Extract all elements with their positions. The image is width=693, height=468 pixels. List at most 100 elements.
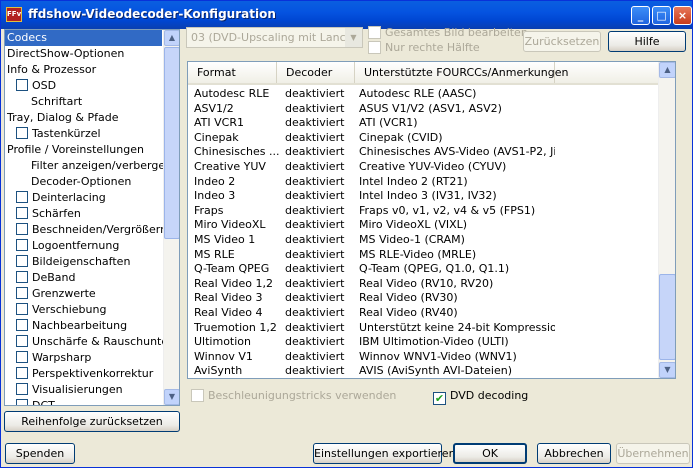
scroll-up-icon[interactable]: ▲ [659, 62, 675, 78]
codec-row[interactable]: Real Video 3 deaktiviert Real Video (RV30) [188, 290, 660, 305]
codec-row[interactable]: MS Video 1 deaktiviert MS Video-1 (CRAM) [188, 232, 660, 247]
tree-item[interactable]: Tray, Dialog & Pfade [5, 110, 118, 126]
reset-order-button[interactable]: Reihenfolge zurücksetzen [4, 411, 180, 432]
tree-item[interactable]: Schärfen [5, 206, 81, 222]
scroll-down-icon[interactable]: ▼ [659, 362, 675, 378]
tree-item-checkbox[interactable] [16, 255, 28, 267]
dvd-decoding-checkbox[interactable]: ✔ DVD decoding [433, 389, 528, 405]
acceleration-tricks-checkbox[interactable]: Beschleunigungstricks verwenden [191, 389, 396, 403]
close-button[interactable]: × [673, 6, 692, 25]
codec-row[interactable]: Indeo 3 deaktiviert Intel Indeo 3 (IV31, I… [188, 188, 660, 203]
codec-row[interactable]: AviSynth deaktiviert AVIS (AviSynth AVI-Da… [188, 363, 660, 378]
tree-item[interactable]: Unschärfe & Rauschunterdrü [5, 334, 179, 350]
codec-row[interactable]: Indeo 2 deaktiviert Intel Indeo 2 (RT21) [188, 174, 660, 189]
tree-item-checkbox[interactable] [16, 335, 28, 347]
codec-row[interactable]: Real Video 1,2 deaktiviert Real Video (RV1… [188, 276, 660, 291]
codec-row[interactable]: Unkomprimiert... alle unters... [188, 378, 660, 379]
tree-item[interactable]: Verschiebung [5, 302, 106, 318]
tree-item[interactable]: Beschneiden/Vergrößern [5, 222, 167, 238]
right-half-checkbox[interactable]: Nur rechte Hälfte [368, 41, 480, 55]
tree-item-checkbox[interactable] [16, 271, 28, 283]
tree-item[interactable]: DeBand [5, 270, 75, 286]
codec-row[interactable]: Miro VideoXL deaktiviert Miro VideoXL (VIX… [188, 217, 660, 232]
codec-row[interactable]: Cinepak deaktiviert Cinepak (CVID) [188, 130, 660, 145]
codec-row[interactable]: Real Video 4 deaktiviert Real Video (RV40) [188, 305, 660, 320]
tree-item[interactable]: Perspektivenkorrektur [5, 366, 153, 382]
tree-item[interactable]: Filter anzeigen/verbergen [5, 158, 172, 174]
tree-item-checkbox[interactable] [16, 239, 28, 251]
whole-image-checkbox-box[interactable] [368, 26, 381, 39]
export-settings-button[interactable]: Einstellungen exportieren [313, 443, 456, 464]
codec-row[interactable]: Autodesc RLE deaktiviert Autodesc RLE (AAS… [188, 86, 660, 101]
tree-item-checkbox[interactable] [16, 79, 28, 91]
tree-item[interactable]: Tastenkürzel [5, 126, 101, 142]
tree-item[interactable]: Info & Prozessor [5, 62, 96, 78]
tree-item-checkbox[interactable] [16, 287, 28, 299]
tree-item[interactable]: Deinterlacing [5, 190, 106, 206]
scroll-up-icon[interactable]: ▲ [164, 30, 179, 46]
tree-item-checkbox[interactable] [16, 207, 28, 219]
tree-item[interactable]: Codecs [5, 30, 162, 46]
codec-list-scrollbar[interactable]: ▲ ▼ [658, 62, 675, 378]
codec-row[interactable]: Creative YUV deaktiviert Creative YUV-Vide… [188, 159, 660, 174]
help-button[interactable]: Hilfe [608, 31, 686, 52]
donate-button[interactable]: Spenden [5, 443, 75, 464]
tree-scrollbar[interactable]: ▲ ▼ [163, 30, 179, 405]
tree-item-checkbox[interactable] [16, 319, 28, 331]
codec-row[interactable]: Q-Team QPEG deaktiviert Q-Team (QPEG, Q1.0… [188, 261, 660, 276]
tree-item[interactable]: Schriftart [5, 94, 82, 110]
tree-item-checkbox[interactable] [16, 367, 28, 379]
title-bar[interactable]: FFv ffdshow-Videodecoder-Konfiguration _… [1, 1, 692, 29]
tree-item[interactable]: DCT [5, 398, 55, 405]
tree-item[interactable]: Grenzwerte [5, 286, 96, 302]
tree-item[interactable]: Nachbearbeitung [5, 318, 127, 334]
tree-item-label: Perspektivenkorrektur [32, 367, 154, 380]
ffdshow-app-icon[interactable]: FFv [6, 7, 22, 22]
tree-item[interactable]: Profile / Voreinstellungen [5, 142, 144, 158]
tree-item[interactable]: Warpsharp [5, 350, 91, 366]
codec-row[interactable]: Truemotion 1,2 deaktiviert Unterstützt kei… [188, 320, 660, 335]
tree-item[interactable]: Decoder-Optionen [5, 174, 131, 190]
codec-row[interactable]: Chinesisches ... deaktiviert Chinesisches … [188, 144, 660, 159]
codec-row[interactable]: Fraps deaktiviert Fraps v0, v1, v2, v4 & v… [188, 203, 660, 218]
tree-item[interactable]: Bildeigenschaften [5, 254, 130, 270]
dvd-decoding-checkbox-box[interactable]: ✔ [433, 392, 446, 405]
right-half-checkbox-box[interactable] [368, 41, 381, 54]
acceleration-tricks-checkbox-box[interactable] [191, 389, 204, 402]
tree-item-checkbox[interactable] [16, 127, 28, 139]
codec-row[interactable]: Ultimotion deaktiviert IBM Ultimotion-Vide… [188, 334, 660, 349]
scroll-down-icon[interactable]: ▼ [164, 389, 179, 405]
codec-list[interactable]: Format Decoder Unterstützte FOURCCs/Anme… [187, 61, 676, 379]
codec-row[interactable]: Winnov V1 deaktiviert Winnov WNV1-Video (W… [188, 349, 660, 364]
apply-button[interactable]: Übernehmen [616, 443, 690, 464]
column-header-fourccs[interactable]: Unterstützte FOURCCs/Anmerkungen [355, 62, 568, 83]
column-header-decoder[interactable]: Decoder [277, 62, 355, 83]
reset-button[interactable]: Zurücksetzen [523, 31, 601, 52]
tree-item-checkbox[interactable] [16, 399, 28, 405]
settings-tree[interactable]: Codecs DirectShow-Optionen Info & Prozesso… [4, 29, 180, 406]
cancel-button[interactable]: Abbrechen [537, 443, 611, 464]
codec-row[interactable]: ASV1/2 deaktiviert ASUS V1/V2 (ASV1, ASV2) [188, 101, 660, 116]
tree-scroll-thumb[interactable] [164, 47, 179, 239]
tree-item-label: Grenzwerte [32, 287, 96, 300]
maximize-button[interactable]: □ [652, 6, 671, 25]
whole-image-checkbox[interactable]: Gesamtes Bild bearbeiten [368, 26, 528, 40]
codec-format-cell: ASV1/2 [194, 101, 234, 115]
tree-item[interactable]: Logoentfernung [5, 238, 119, 254]
tree-item-checkbox[interactable] [16, 351, 28, 363]
chevron-down-icon[interactable]: ▼ [345, 28, 362, 47]
tree-item-checkbox[interactable] [16, 303, 28, 315]
tree-item-checkbox[interactable] [16, 383, 28, 395]
tree-item-checkbox[interactable] [16, 223, 28, 235]
codec-list-scroll-thumb[interactable] [659, 274, 675, 360]
ok-button[interactable]: OK [453, 443, 527, 464]
codec-row[interactable]: ATI VCR1 deaktiviert ATI (VCR1) [188, 115, 660, 130]
preset-combobox[interactable]: 03 (DVD-Upscaling mit Lanczos- ▼ [186, 27, 363, 48]
column-header-format[interactable]: Format [188, 62, 277, 83]
tree-item-checkbox[interactable] [16, 191, 28, 203]
tree-item[interactable]: Visualisierungen [5, 382, 123, 398]
tree-item[interactable]: OSD [5, 78, 56, 94]
codec-row[interactable]: MS RLE deaktiviert MS RLE-Video (MRLE) [188, 247, 660, 262]
tree-item[interactable]: DirectShow-Optionen [5, 46, 124, 62]
minimize-button[interactable]: _ [631, 6, 650, 25]
